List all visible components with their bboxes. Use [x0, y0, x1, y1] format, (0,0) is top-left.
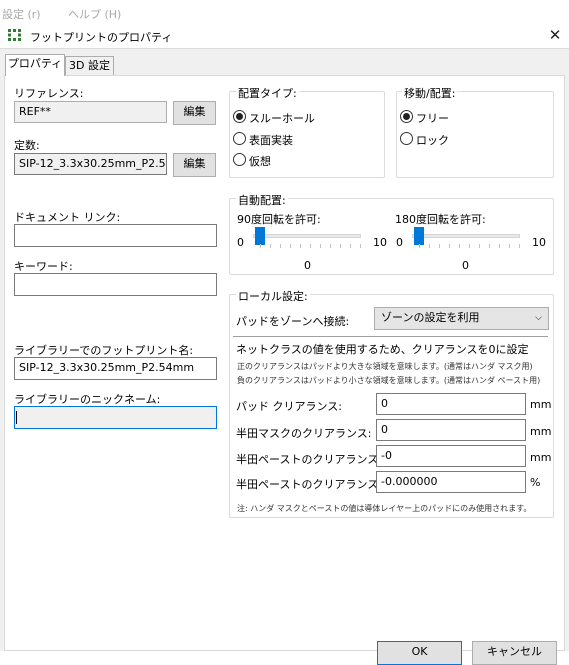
reference-field[interactable]: REF** — [14, 101, 167, 123]
radio-free[interactable] — [400, 110, 413, 123]
mask-clearance-label: 半田マスクのクリアランス: — [236, 427, 372, 440]
rot180-slider-thumb[interactable] — [414, 227, 424, 245]
slider-tick — [479, 244, 480, 248]
slider-tick — [360, 244, 361, 248]
paste-clearance-input[interactable]: -0 — [376, 445, 526, 467]
slider-tick — [519, 244, 520, 248]
lib-nickname-label: ライブラリーのニックネーム: — [14, 393, 161, 406]
rot180-track — [412, 234, 520, 238]
mask-clearance-unit: mm — [530, 425, 552, 438]
dialog-title: フットプリントのプロパティ — [30, 31, 173, 44]
slider-tick — [469, 244, 470, 248]
menu-help[interactable]: ヘルプ (H) — [68, 6, 121, 22]
slider-tick — [310, 244, 311, 248]
lib-footprint-name-label: ライブラリーでのフットプリント名: — [14, 344, 194, 357]
rot90-slider-thumb[interactable] — [255, 227, 265, 245]
paste-clearance-unit: mm — [530, 451, 552, 464]
radio-virtual[interactable] — [233, 153, 246, 166]
slider-tick — [419, 244, 420, 248]
lib-nickname-field[interactable] — [14, 406, 217, 429]
menubar: 設定 (r) ヘルプ (H) — [0, 0, 569, 22]
slider-tick — [280, 244, 281, 248]
doc-link-label: ドキュメント リンク: — [14, 211, 121, 224]
slider-tick — [489, 244, 490, 248]
slider-tick — [499, 244, 500, 248]
paste-ratio-label: 半田ペーストのクリアランス比: — [236, 478, 393, 491]
reference-edit-button[interactable]: 編集 — [173, 101, 216, 125]
lock-label[interactable]: ロック — [416, 132, 449, 148]
local-settings-title: ローカル設定: — [236, 288, 310, 304]
slider-tick — [290, 244, 291, 248]
rot180-max-label: 10 — [532, 236, 546, 249]
keywords-label: キーワード: — [14, 260, 73, 273]
doc-link-field[interactable] — [14, 224, 217, 247]
slider-tick — [300, 244, 301, 248]
rot180-min-label: 0 — [396, 236, 403, 249]
chevron-down-icon: ⌵ — [535, 313, 542, 323]
paste-ratio-unit: % — [530, 476, 541, 489]
rot90-min-label: 0 — [237, 236, 244, 249]
move-place-title: 移動/配置: — [402, 85, 458, 101]
pad-clearance-label: パッド クリアランス: — [236, 400, 342, 413]
tab-properties[interactable]: プロパティ — [5, 54, 65, 76]
rot90-label: 90度回転を許可: — [237, 213, 321, 226]
value-edit-button[interactable]: 編集 — [173, 153, 216, 177]
rot180-value: 0 — [462, 259, 469, 272]
slider-tick — [449, 244, 450, 248]
slider-tick — [340, 244, 341, 248]
paste-ratio-input[interactable]: -0.000000 — [376, 471, 526, 493]
local-separator — [233, 336, 548, 337]
tab-3d-settings[interactable]: 3D 設定 — [65, 56, 114, 76]
radio-lock[interactable] — [400, 132, 413, 145]
keywords-field[interactable] — [14, 273, 217, 296]
pad-clearance-unit: mm — [530, 398, 552, 411]
smd-label[interactable]: 表面実装 — [249, 132, 293, 148]
text-cursor — [16, 410, 17, 424]
radio-through-hole[interactable] — [233, 110, 246, 123]
cancel-button[interactable]: キャンセル — [472, 641, 557, 665]
footprint-icon — [8, 29, 22, 41]
ok-button[interactable]: OK — [377, 641, 462, 665]
rot90-ticks — [260, 244, 361, 250]
mask-paste-footnote: 注: ハンダ マスクとペーストの値は導体レイヤー上のパッドにのみ使用されます。 — [237, 504, 532, 513]
pad-zone-select[interactable]: ゾーンの設定を利用 ⌵ — [374, 307, 549, 330]
positive-clearance-note: 正のクリアランスはパッドより大きな領域を意味します。(通常はハンダ マスク用) — [237, 362, 533, 371]
slider-tick — [330, 244, 331, 248]
placement-type-title: 配置タイプ: — [236, 85, 299, 101]
reference-label: リファレンス: — [14, 87, 84, 100]
slider-tick — [320, 244, 321, 248]
virtual-label[interactable]: 仮想 — [249, 153, 271, 169]
lib-footprint-name-field[interactable]: SIP-12_3.3x30.25mm_P2.54mm — [14, 357, 217, 380]
rot90-track — [253, 234, 361, 238]
rot90-max-label: 10 — [373, 236, 387, 249]
through-hole-label[interactable]: スルーホール — [249, 110, 315, 126]
value-field[interactable]: SIP-12_3.3x30.25mm_P2.54mm — [14, 153, 167, 175]
pad-clearance-input[interactable]: 0 — [376, 393, 526, 415]
netclass-message: ネットクラスの値を使用するため、クリアランスを0に設定 — [236, 343, 529, 356]
rot180-label: 180度回転を許可: — [395, 213, 486, 226]
slider-tick — [459, 244, 460, 248]
negative-clearance-note: 負のクリアランスはパッドより小さな領域を意味します。(通常はハンダ ペースト用) — [237, 376, 541, 385]
close-icon[interactable]: ✕ — [545, 24, 565, 46]
slider-tick — [350, 244, 351, 248]
slider-tick — [509, 244, 510, 248]
rot180-ticks — [419, 244, 520, 250]
slider-tick — [260, 244, 261, 248]
slider-tick — [439, 244, 440, 248]
value-label: 定数: — [14, 139, 40, 152]
auto-place-title: 自動配置: — [236, 192, 288, 208]
radio-smd[interactable] — [233, 132, 246, 145]
pad-zone-value: ゾーンの設定を利用 — [381, 311, 480, 324]
free-label[interactable]: フリー — [416, 110, 449, 126]
pad-zone-label: パッドをゾーンへ接続: — [236, 315, 350, 328]
mask-clearance-input[interactable]: 0 — [376, 419, 526, 441]
slider-tick — [270, 244, 271, 248]
rot90-value: 0 — [304, 259, 311, 272]
menu-settings[interactable]: 設定 (r) — [2, 6, 41, 22]
slider-tick — [429, 244, 430, 248]
paste-clearance-label: 半田ペーストのクリアランス: — [236, 453, 382, 466]
